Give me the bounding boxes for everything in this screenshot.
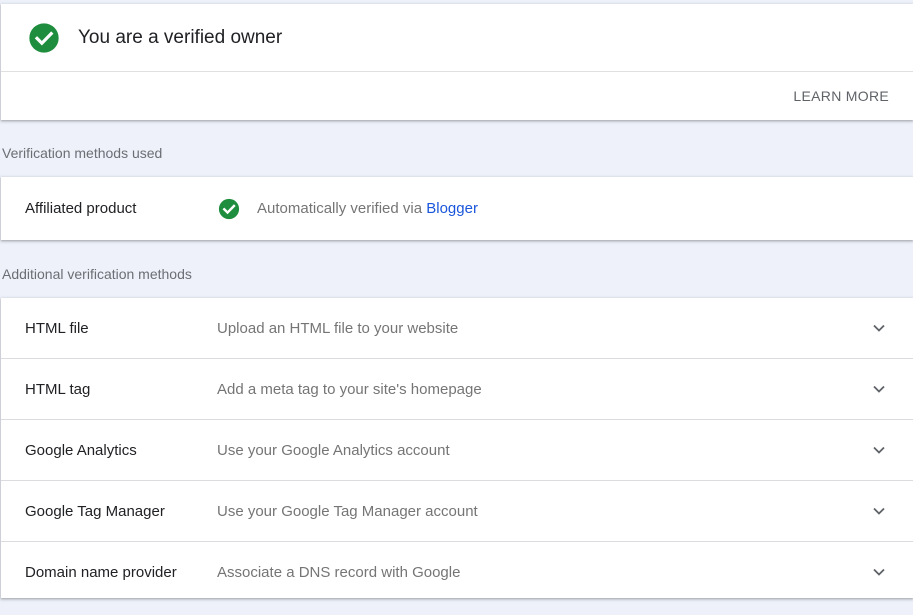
check-circle-icon [218, 198, 240, 219]
method-description: Use your Google Tag Manager account [217, 502, 478, 520]
learn-more-button[interactable]: LEARN MORE [793, 88, 889, 104]
chevron-down-icon[interactable] [872, 443, 886, 457]
method-row-html-tag[interactable]: HTML tag Add a meta tag to your site's h… [1, 359, 913, 420]
method-description: Upload an HTML file to your website [217, 319, 459, 337]
method-row-google-tag-manager[interactable]: Google Tag Manager Use your Google Tag M… [1, 481, 913, 542]
verified-owner-header: You are a verified owner [1, 4, 913, 72]
affiliated-product-label: Affiliated product [25, 200, 137, 217]
method-label: Google Analytics [25, 441, 137, 459]
method-row-html-file[interactable]: HTML file Upload an HTML file to your we… [1, 298, 913, 359]
section-heading-additional: Additional verification methods [2, 266, 192, 282]
method-row-google-analytics[interactable]: Google Analytics Use your Google Analyti… [1, 420, 913, 481]
additional-methods-card: HTML file Upload an HTML file to your we… [1, 298, 913, 598]
affiliated-product-row: Affiliated product Automatically verifie… [1, 177, 913, 240]
chevron-down-icon[interactable] [872, 504, 886, 518]
method-label: HTML tag [25, 380, 91, 398]
method-label: HTML file [25, 319, 89, 337]
chevron-down-icon[interactable] [872, 565, 886, 579]
method-description: Use your Google Analytics account [217, 441, 450, 459]
verification-methods-used-card: Affiliated product Automatically verifie… [1, 177, 913, 240]
page-title: You are a verified owner [78, 26, 283, 48]
section-heading-used: Verification methods used [2, 145, 163, 161]
auto-verified-text: Automatically verified via [257, 200, 423, 217]
method-label: Domain name provider [25, 563, 177, 581]
method-description: Add a meta tag to your site's homepage [217, 380, 482, 398]
affiliated-product-description: Automatically verified via Blogger [257, 200, 478, 217]
check-circle-icon [29, 22, 59, 53]
blogger-link[interactable]: Blogger [426, 200, 478, 217]
method-description: Associate a DNS record with Google [217, 563, 461, 581]
chevron-down-icon[interactable] [872, 321, 886, 335]
method-label: Google Tag Manager [25, 502, 165, 520]
chevron-down-icon[interactable] [872, 382, 886, 396]
verified-owner-card: You are a verified owner LEARN MORE [1, 4, 913, 120]
method-row-domain-name-provider[interactable]: Domain name provider Associate a DNS rec… [1, 542, 913, 602]
